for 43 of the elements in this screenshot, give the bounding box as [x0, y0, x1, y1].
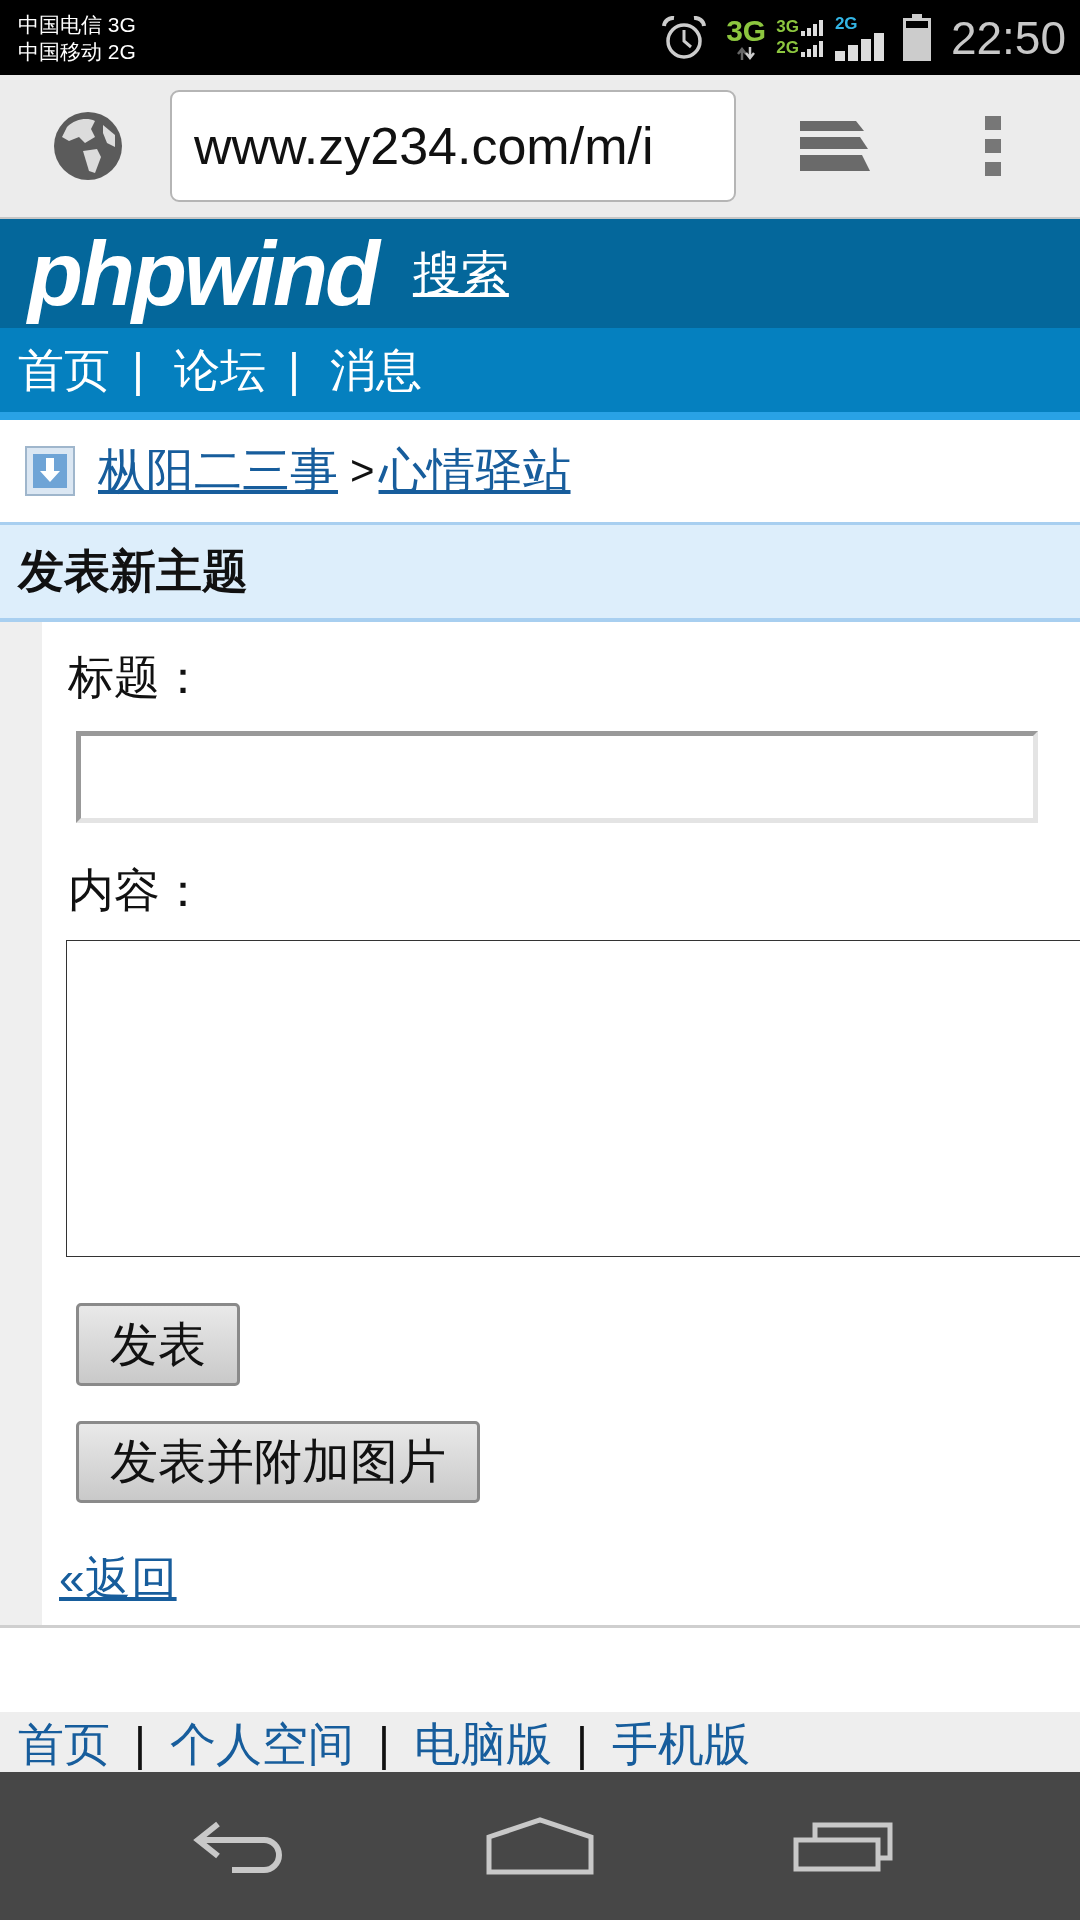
signal-bars-icon — [800, 20, 825, 36]
carrier-label: 中国电信 3G — [18, 11, 136, 38]
link-separator: | — [132, 343, 144, 398]
breadcrumb-separator: > — [350, 446, 375, 496]
nav-link[interactable]: 论坛 — [173, 342, 266, 398]
submit-button[interactable]: 发表 — [76, 1303, 240, 1386]
field-label: 内容： — [68, 863, 206, 918]
breadcrumb-link[interactable]: 枞阳二三事 — [98, 441, 338, 501]
signal-bars-icon — [800, 41, 825, 57]
link-separator: | — [134, 1717, 146, 1772]
link-separator: | — [575, 1717, 588, 1772]
back-link[interactable]: «返回 — [59, 1548, 177, 1608]
globe-icon[interactable] — [53, 111, 123, 181]
link-separator: | — [377, 1717, 390, 1772]
footer-link[interactable]: 个人空间 — [169, 1716, 354, 1772]
search-link[interactable]: 搜索 — [412, 243, 509, 304]
network-type-label: 3G — [726, 15, 767, 47]
network-type-label: 2G — [776, 39, 799, 57]
signal-bars-icon — [834, 32, 885, 61]
footer-link[interactable]: 首页 — [18, 1716, 110, 1772]
home-icon[interactable] — [485, 1817, 595, 1875]
recent-apps-icon[interactable] — [793, 1820, 893, 1872]
text-input-field[interactable] — [76, 731, 1038, 823]
link-separator: | — [287, 343, 300, 398]
url-field[interactable]: www.zy234.com/m/i — [170, 90, 736, 202]
footer-link[interactable]: 电脑版 — [413, 1716, 552, 1772]
clock-time: 22:50 — [950, 11, 1066, 64]
footer-link[interactable]: 手机版 — [611, 1716, 750, 1772]
breadcrumb-link[interactable]: 心情驿站 — [378, 441, 571, 501]
carrier-label: 中国移动 2G — [18, 38, 136, 65]
network-type-label: 3G — [776, 18, 799, 36]
nav-link[interactable]: 首页 — [18, 342, 110, 398]
section-title: 发表新主题 — [0, 522, 1080, 622]
textarea-field[interactable] — [66, 940, 1080, 1257]
field-label: 标题： — [68, 650, 206, 705]
overflow-menu-icon[interactable] — [985, 116, 1001, 176]
submit-button[interactable]: 发表并附加图片 — [76, 1421, 480, 1503]
network-type-label: 2G — [834, 14, 858, 33]
battery-icon — [902, 14, 931, 61]
tabs-icon[interactable] — [800, 121, 870, 171]
nav-link[interactable]: 消息 — [329, 342, 422, 398]
alarm-clock-icon — [662, 15, 707, 60]
data-arrows-icon — [736, 47, 757, 60]
